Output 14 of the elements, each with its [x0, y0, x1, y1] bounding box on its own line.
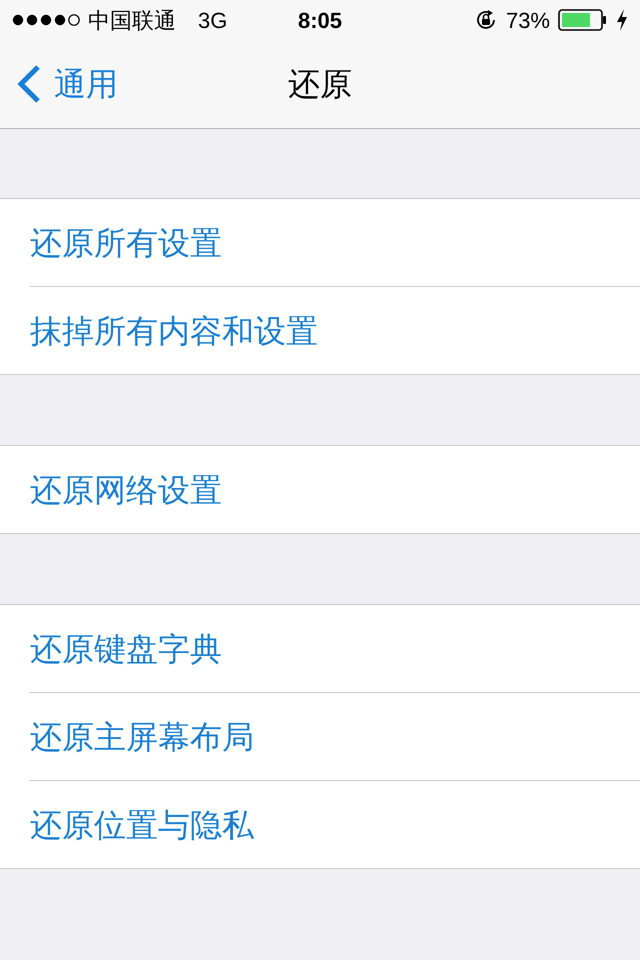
battery-percentage: 73% [506, 6, 550, 34]
reset-option[interactable]: 还原位置与隐私 [30, 781, 640, 868]
signal-strength-icon [12, 14, 80, 26]
carrier-name: 中国联通 [88, 6, 176, 34]
reset-option[interactable]: 还原主屏幕布局 [30, 693, 640, 780]
reset-option[interactable]: 抹掉所有内容和设置 [30, 287, 640, 374]
reset-option[interactable]: 还原所有设置 [30, 199, 640, 286]
back-chevron-icon [16, 64, 42, 104]
back-button[interactable]: 通用 [0, 60, 118, 108]
page-title: 还原 [288, 65, 352, 104]
network-type: 3G [198, 6, 228, 34]
status-time: 8:05 [298, 6, 342, 34]
reset-option[interactable]: 还原键盘字典 [30, 605, 640, 692]
reset-option[interactable]: 还原网络设置 [30, 446, 640, 533]
